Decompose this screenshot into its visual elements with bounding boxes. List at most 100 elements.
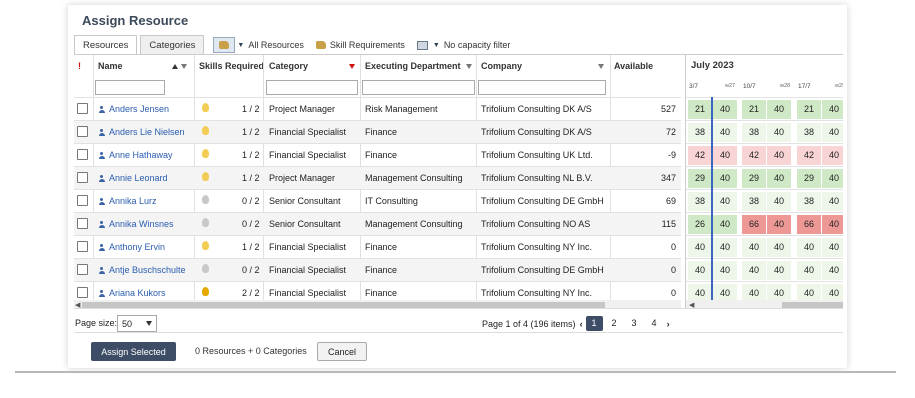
prev-page-icon[interactable]: ‹: [580, 319, 583, 329]
row-checkbox[interactable]: [77, 195, 88, 206]
table-row[interactable]: Annie Leonard 1 / 2 Project Manager Managem…: [74, 166, 681, 189]
resource-name-link[interactable]: Annika Lurz: [98, 196, 157, 206]
skills-ratio: 0 / 2: [242, 219, 260, 229]
week-date-label: 3/7: [689, 83, 699, 90]
person-icon: [98, 221, 105, 228]
available-column-header[interactable]: Available: [614, 61, 653, 71]
available-cell: 69: [665, 196, 676, 206]
row-checkbox[interactable]: [77, 287, 88, 298]
tab-resources[interactable]: Resources: [74, 35, 138, 55]
resource-name[interactable]: Annika Winsnes: [109, 219, 174, 229]
chevron-down-icon: [146, 321, 152, 326]
tab-categories[interactable]: Categories: [140, 35, 205, 55]
category-column-header[interactable]: Category: [269, 61, 308, 71]
row-checkbox[interactable]: [77, 149, 88, 160]
skill-bulb-icon: [202, 264, 209, 273]
department-cell: Finance: [365, 265, 398, 275]
table-row[interactable]: Annika Lurz 0 / 2 Senior Consultant IT Cons…: [74, 189, 681, 212]
selection-count: 0 Resources + 0 Categories: [195, 346, 307, 356]
resource-name-link[interactable]: Annika Winsnes: [98, 219, 174, 229]
name-column-header[interactable]: Name: [98, 61, 123, 71]
company-filter-icon[interactable]: [598, 61, 604, 71]
skill-requirements-toggle[interactable]: Skill Requirements: [315, 35, 405, 55]
row-checkbox[interactable]: [77, 126, 88, 137]
department-cell: Risk Management: [365, 104, 438, 114]
resource-filter-dropdown[interactable]: [213, 37, 236, 53]
table-row[interactable]: Anders Lie Nielsen 1 / 2 Financial Special…: [74, 120, 681, 143]
resource-name[interactable]: Ariana Kukors: [109, 288, 166, 298]
person-icon: [98, 290, 105, 297]
skills-ratio: 1 / 2: [242, 173, 260, 183]
table-row[interactable]: Antje Buschschulte 0 / 2 Financial Special…: [74, 258, 681, 281]
resource-name[interactable]: Annie Leonard: [109, 173, 168, 183]
company-column-header[interactable]: Company: [481, 61, 522, 71]
name-filter-input[interactable]: [95, 80, 165, 95]
category-filter-icon[interactable]: [349, 61, 355, 71]
row-checkbox[interactable]: [77, 264, 88, 275]
department-cell: IT Consulting: [365, 196, 418, 206]
timeline-month: July 2023: [691, 60, 734, 71]
person-icon: [98, 152, 105, 159]
table-header: ! Name Skills Required Category Executin…: [74, 55, 681, 77]
capacity-total-cell: 40: [822, 215, 843, 234]
capacity-total-cell: 40: [767, 215, 791, 234]
company-cell: Trifolium Consulting DE GmbH: [481, 196, 604, 206]
row-checkbox[interactable]: [77, 172, 88, 183]
skills-ratio: 1 / 2: [242, 127, 260, 137]
person-icon: [98, 267, 105, 274]
capacity-filter-dropdown[interactable]: ▼ No capacity filter: [416, 35, 510, 55]
resource-name-link[interactable]: Ariana Kukors: [98, 288, 166, 298]
capacity-booked-cell: 66: [797, 215, 821, 234]
skills-column-header[interactable]: Skills Required: [199, 61, 264, 71]
available-cell: 0: [670, 265, 676, 275]
category-cell: Financial Specialist: [269, 150, 347, 160]
resource-name[interactable]: Anders Lie Nielsen: [109, 127, 185, 137]
resource-name-link[interactable]: Anthony Ervin: [98, 242, 165, 252]
capacity-total-cell: 40: [713, 123, 737, 142]
name-sort-controls[interactable]: [172, 61, 187, 71]
table-row[interactable]: Annika Winsnes 0 / 2 Senior Consultant Mana…: [74, 212, 681, 235]
resource-name[interactable]: Anders Jensen: [109, 104, 169, 114]
page-summary: Page 1 of 4 (196 items): [482, 318, 576, 329]
row-checkbox[interactable]: [77, 103, 88, 114]
filter-icon[interactable]: [181, 64, 187, 70]
chevron-down-icon[interactable]: ▼: [237, 42, 244, 49]
department-filter-input[interactable]: [362, 80, 475, 95]
resource-name-link[interactable]: Antje Buschschulte: [98, 265, 186, 275]
resource-name[interactable]: Anne Hathaway: [109, 150, 173, 160]
cancel-button[interactable]: Cancel: [317, 342, 367, 361]
resource-grid: ! Name Skills Required Category Executin…: [74, 54, 843, 309]
week-number-label: w27: [725, 83, 736, 89]
page-3-button[interactable]: 3: [626, 316, 643, 331]
capacity-booked-cell: 38: [797, 192, 821, 211]
department-filter-icon[interactable]: [466, 61, 472, 71]
page-1-button[interactable]: 1: [585, 316, 603, 331]
company-cell: Trifolium Consulting NO AS: [481, 219, 591, 229]
resource-name[interactable]: Annika Lurz: [109, 196, 157, 206]
resource-name-link[interactable]: Anders Jensen: [98, 104, 169, 114]
next-page-icon[interactable]: ›: [667, 319, 670, 329]
category-filter-input[interactable]: [266, 80, 358, 95]
resource-name[interactable]: Antje Buschschulte: [109, 265, 186, 275]
row-checkbox[interactable]: [77, 218, 88, 229]
resource-name-link[interactable]: Anne Hathaway: [98, 150, 173, 160]
resource-name[interactable]: Anthony Ervin: [109, 242, 165, 252]
table-row[interactable]: Anders Jensen 1 / 2 Project Manager Risk Ma…: [74, 97, 681, 120]
row-checkbox[interactable]: [77, 241, 88, 252]
assign-selected-button[interactable]: Assign Selected: [91, 342, 176, 361]
resource-name-link[interactable]: Annie Leonard: [98, 173, 168, 183]
chevron-down-icon[interactable]: ▼: [433, 42, 440, 49]
page-2-button[interactable]: 2: [606, 316, 623, 331]
sort-ascending-icon[interactable]: [172, 64, 178, 70]
dialog-footer: Assign Selected 0 Resources + 0 Categori…: [74, 332, 843, 368]
all-resources-filter[interactable]: ▼ All Resources: [213, 35, 304, 55]
resource-name-link[interactable]: Anders Lie Nielsen: [98, 127, 185, 137]
table-row[interactable]: Anne Hathaway 1 / 2 Financial Specialist Fi…: [74, 143, 681, 166]
skill-bulb-icon: [202, 195, 209, 204]
department-column-header[interactable]: Executing Department: [365, 61, 461, 71]
table-row[interactable]: Anthony Ervin 1 / 2 Financial Specialist Fi…: [74, 235, 681, 258]
available-cell: -9: [667, 150, 676, 160]
page-4-button[interactable]: 4: [646, 316, 663, 331]
page-size-select[interactable]: 50: [117, 315, 157, 332]
company-filter-input[interactable]: [478, 80, 606, 95]
